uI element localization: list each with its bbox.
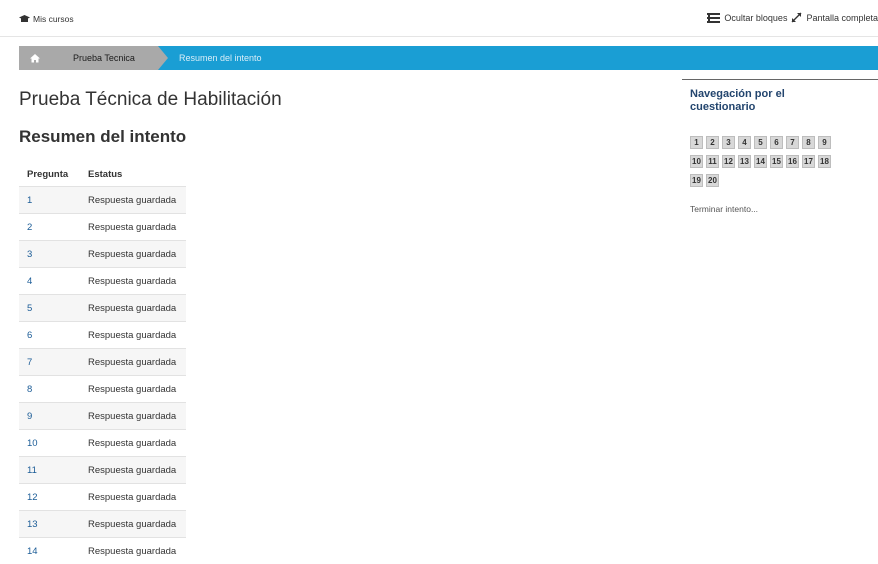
table-row: 5Respuesta guardada bbox=[19, 295, 186, 322]
table-row: 8Respuesta guardada bbox=[19, 376, 186, 403]
question-number-link[interactable]: 7 bbox=[19, 349, 81, 376]
breadcrumb: Prueba Tecnica Resumen del intento bbox=[19, 46, 878, 70]
table-row: 6Respuesta guardada bbox=[19, 322, 186, 349]
question-nav-button[interactable]: 18 bbox=[818, 155, 831, 168]
breadcrumb-home[interactable] bbox=[19, 46, 67, 70]
breadcrumb-item-label: Prueba Tecnica bbox=[73, 53, 135, 63]
question-number-link[interactable]: 4 bbox=[19, 268, 81, 295]
question-nav-button[interactable]: 19 bbox=[690, 174, 703, 187]
breadcrumb-current: Resumen del intento bbox=[179, 46, 262, 70]
question-nav-button[interactable]: 13 bbox=[738, 155, 751, 168]
question-status: Respuesta guardada bbox=[81, 322, 186, 349]
fullscreen-button[interactable]: Pantalla completa bbox=[806, 13, 878, 23]
table-row: 1Respuesta guardada bbox=[19, 187, 186, 214]
hide-blocks-button[interactable]: Ocultar bloques bbox=[724, 13, 787, 23]
question-status: Respuesta guardada bbox=[81, 538, 186, 564]
question-nav-button[interactable]: 20 bbox=[706, 174, 719, 187]
table-row: 9Respuesta guardada bbox=[19, 403, 186, 430]
table-row: 11Respuesta guardada bbox=[19, 457, 186, 484]
table-row: 14Respuesta guardada bbox=[19, 538, 186, 564]
question-status: Respuesta guardada bbox=[81, 403, 186, 430]
breadcrumb-item-prueba-tecnica[interactable]: Prueba Tecnica bbox=[66, 46, 158, 70]
table-row: 7Respuesta guardada bbox=[19, 349, 186, 376]
question-number-link[interactable]: 1 bbox=[19, 187, 81, 214]
question-number-link[interactable]: 9 bbox=[19, 403, 81, 430]
question-nav-button[interactable]: 2 bbox=[706, 136, 719, 149]
page-title: Prueba Técnica de Habilitación bbox=[19, 89, 282, 111]
question-status: Respuesta guardada bbox=[81, 376, 186, 403]
column-header-question: Pregunta bbox=[19, 163, 81, 187]
topbar-actions: Ocultar bloques Pantalla completa bbox=[707, 12, 878, 23]
table-row: 4Respuesta guardada bbox=[19, 268, 186, 295]
question-number-link[interactable]: 13 bbox=[19, 511, 81, 538]
question-number-link[interactable]: 3 bbox=[19, 241, 81, 268]
question-status: Respuesta guardada bbox=[81, 484, 186, 511]
question-number-link[interactable]: 14 bbox=[19, 538, 81, 564]
question-number-link[interactable]: 10 bbox=[19, 430, 81, 457]
finish-attempt-link[interactable]: Terminar intento... bbox=[690, 204, 758, 214]
question-nav-button[interactable]: 8 bbox=[802, 136, 815, 149]
question-nav-button[interactable]: 1 bbox=[690, 136, 703, 149]
question-status: Respuesta guardada bbox=[81, 214, 186, 241]
table-header-row: Pregunta Estatus bbox=[19, 163, 186, 187]
quiz-navigation-block: Navegación por el cuestionario 123456789… bbox=[682, 79, 878, 230]
question-number-link[interactable]: 6 bbox=[19, 322, 81, 349]
question-nav-button[interactable]: 5 bbox=[754, 136, 767, 149]
question-status: Respuesta guardada bbox=[81, 268, 186, 295]
question-nav-button[interactable]: 16 bbox=[786, 155, 799, 168]
question-nav-button[interactable]: 3 bbox=[722, 136, 735, 149]
attempt-summary-table: Pregunta Estatus 1Respuesta guardada2Res… bbox=[19, 163, 186, 564]
question-nav-grid: 1234567891011121314151617181920 bbox=[690, 136, 878, 193]
question-nav-button[interactable]: 17 bbox=[802, 155, 815, 168]
column-header-status: Estatus bbox=[81, 163, 186, 187]
question-nav-button[interactable]: 4 bbox=[738, 136, 751, 149]
list-icon bbox=[707, 13, 720, 23]
table-row: 13Respuesta guardada bbox=[19, 511, 186, 538]
table-row: 12Respuesta guardada bbox=[19, 484, 186, 511]
question-nav-button[interactable]: 7 bbox=[786, 136, 799, 149]
table-row: 2Respuesta guardada bbox=[19, 214, 186, 241]
table-row: 3Respuesta guardada bbox=[19, 241, 186, 268]
question-nav-button[interactable]: 15 bbox=[770, 155, 783, 168]
question-number-link[interactable]: 12 bbox=[19, 484, 81, 511]
question-nav-button[interactable]: 14 bbox=[754, 155, 767, 168]
quiz-navigation-title: Navegación por el cuestionario bbox=[690, 88, 840, 114]
graduation-cap-icon bbox=[19, 15, 30, 23]
my-courses-link[interactable]: Mis cursos bbox=[19, 14, 74, 24]
question-number-link[interactable]: 8 bbox=[19, 376, 81, 403]
question-nav-button[interactable]: 12 bbox=[722, 155, 735, 168]
table-row: 10Respuesta guardada bbox=[19, 430, 186, 457]
question-status: Respuesta guardada bbox=[81, 457, 186, 484]
question-number-link[interactable]: 11 bbox=[19, 457, 81, 484]
question-nav-button[interactable]: 6 bbox=[770, 136, 783, 149]
question-status: Respuesta guardada bbox=[81, 187, 186, 214]
question-number-link[interactable]: 2 bbox=[19, 214, 81, 241]
question-status: Respuesta guardada bbox=[81, 511, 186, 538]
question-nav-button[interactable]: 10 bbox=[690, 155, 703, 168]
expand-icon bbox=[791, 12, 802, 23]
question-nav-button[interactable]: 9 bbox=[818, 136, 831, 149]
question-nav-button[interactable]: 11 bbox=[706, 155, 719, 168]
question-number-link[interactable]: 5 bbox=[19, 295, 81, 322]
home-icon bbox=[30, 53, 40, 63]
my-courses-label: Mis cursos bbox=[33, 14, 74, 24]
question-status: Respuesta guardada bbox=[81, 430, 186, 457]
question-status: Respuesta guardada bbox=[81, 241, 186, 268]
section-title: Resumen del intento bbox=[19, 127, 186, 147]
question-status: Respuesta guardada bbox=[81, 295, 186, 322]
breadcrumb-separator bbox=[158, 46, 168, 70]
question-status: Respuesta guardada bbox=[81, 349, 186, 376]
top-bar: Mis cursos Ocultar bloques Pantalla comp… bbox=[0, 0, 878, 37]
